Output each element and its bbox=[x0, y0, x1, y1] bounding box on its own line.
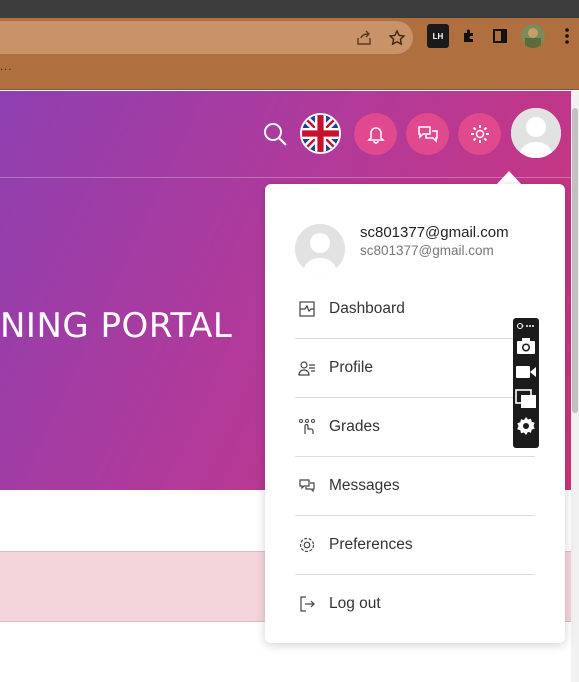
link-icon[interactable] bbox=[515, 319, 537, 333]
messages-button[interactable] bbox=[406, 113, 449, 155]
menu-item-grades[interactable]: Grades bbox=[295, 397, 535, 456]
messages-icon bbox=[297, 476, 317, 496]
dropdown-caret bbox=[496, 171, 522, 185]
scrollbar-thumb[interactable] bbox=[572, 108, 578, 413]
menu-avatar bbox=[295, 224, 345, 274]
user-avatar[interactable] bbox=[511, 108, 561, 158]
lh-label: LH bbox=[432, 31, 444, 41]
menu-user-name: sc801377@gmail.com bbox=[360, 224, 509, 241]
camera-icon[interactable] bbox=[515, 335, 537, 357]
kebab-menu-icon[interactable] bbox=[556, 24, 578, 48]
profile-icon bbox=[297, 358, 317, 378]
grades-icon bbox=[297, 417, 317, 437]
menu-item-preferences[interactable]: Preferences bbox=[295, 515, 535, 574]
menu-item-label: Preferences bbox=[329, 535, 413, 553]
avatar-placeholder-icon bbox=[511, 108, 561, 158]
window-icon[interactable] bbox=[515, 388, 537, 410]
search-icon[interactable] bbox=[262, 121, 288, 147]
chat-bubbles-icon bbox=[417, 126, 438, 143]
profile-avatar-icon[interactable] bbox=[521, 24, 545, 48]
browser-titlebar bbox=[0, 0, 579, 18]
puzzle-extensions-icon[interactable] bbox=[458, 24, 480, 48]
bookmarks-overflow[interactable]: ... bbox=[0, 62, 13, 73]
bookmarks-bar bbox=[0, 58, 579, 90]
menu-item-logout[interactable]: Log out bbox=[295, 574, 535, 633]
gear-icon bbox=[470, 125, 489, 143]
bell-icon bbox=[366, 127, 385, 144]
menu-item-label: Grades bbox=[329, 417, 380, 435]
notifications-button[interactable] bbox=[354, 113, 397, 155]
menu-item-label: Log out bbox=[329, 594, 381, 612]
lh-extension-icon[interactable]: LH bbox=[427, 24, 449, 48]
settings-button[interactable] bbox=[458, 113, 501, 155]
address-bar[interactable] bbox=[0, 21, 413, 54]
menu-item-dashboard[interactable]: Dashboard bbox=[295, 279, 535, 338]
share-icon[interactable] bbox=[355, 29, 373, 47]
menu-user-email: sc801377@gmail.com bbox=[360, 243, 494, 258]
logout-icon bbox=[297, 594, 317, 614]
bookmark-star-icon[interactable] bbox=[388, 29, 406, 47]
menu-item-label: Messages bbox=[329, 476, 400, 494]
language-flag[interactable] bbox=[300, 113, 341, 154]
side-panel-icon[interactable] bbox=[489, 24, 511, 48]
preferences-icon bbox=[297, 535, 317, 555]
menu-item-label: Profile bbox=[329, 358, 373, 376]
menu-item-label: Dashboard bbox=[329, 299, 405, 317]
menu-item-messages[interactable]: Messages bbox=[295, 456, 535, 515]
header-divider bbox=[0, 177, 571, 178]
page-title: NING PORTAL bbox=[0, 306, 233, 346]
video-icon[interactable] bbox=[515, 361, 537, 383]
gear-icon[interactable] bbox=[515, 415, 537, 437]
menu-item-profile[interactable]: Profile bbox=[295, 338, 535, 397]
dashboard-icon bbox=[297, 299, 317, 319]
